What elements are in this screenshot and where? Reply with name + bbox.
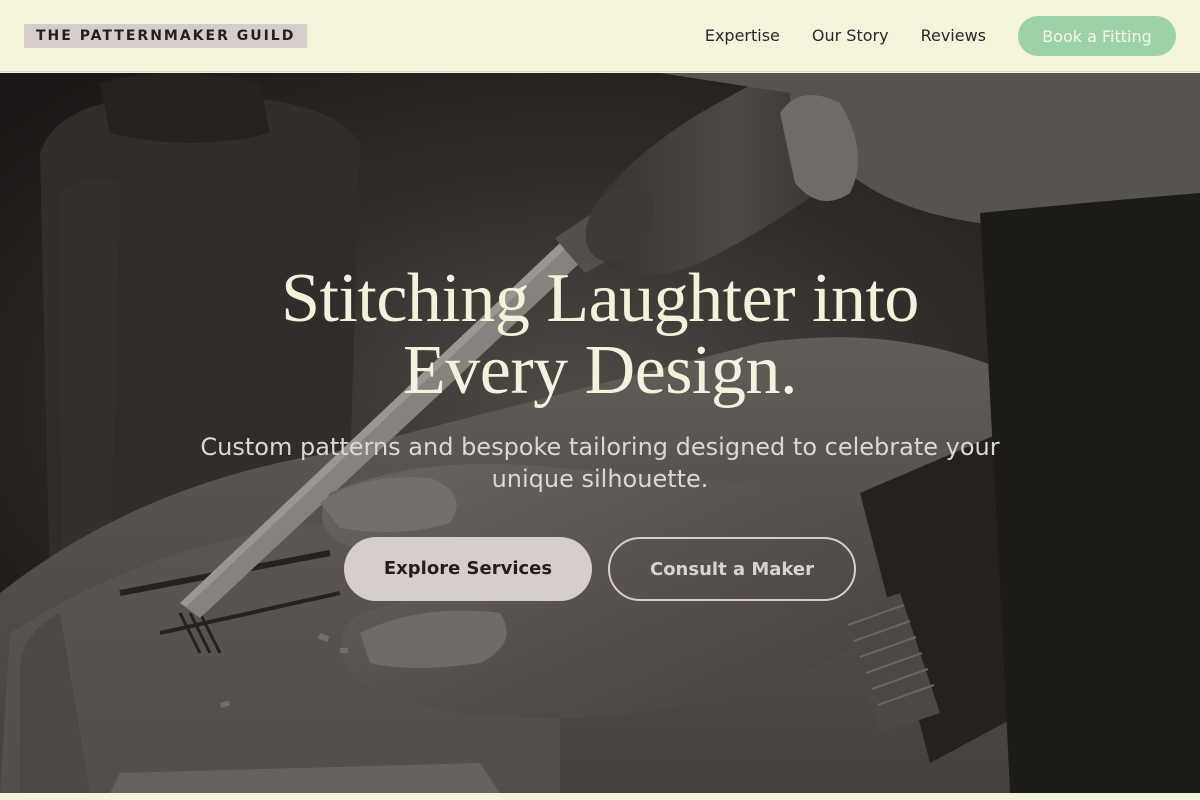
hero-subtitle: Custom patterns and bespoke tailoring de… bbox=[200, 433, 1000, 493]
brand-logo[interactable]: THE PATTERNMAKER GUILD bbox=[24, 24, 308, 48]
nav-link-reviews[interactable]: Reviews bbox=[921, 26, 986, 46]
explore-services-button[interactable]: Explore Services bbox=[344, 537, 592, 601]
hero-title: Stitching Laughter into Every Design. bbox=[150, 263, 1050, 407]
hero-section: Stitching Laughter into Every Design. Cu… bbox=[0, 73, 1200, 793]
landing-page: THE PATTERNMAKER GUILD Expertise Our Sto… bbox=[0, 0, 1200, 800]
top-navigation: THE PATTERNMAKER GUILD Expertise Our Sto… bbox=[0, 0, 1200, 72]
hero-title-line-1: Stitching Laughter into bbox=[281, 260, 919, 337]
nav-links: Expertise Our Story Reviews bbox=[705, 0, 986, 72]
nav-link-our-story[interactable]: Our Story bbox=[812, 26, 889, 46]
consult-maker-button[interactable]: Consult a Maker bbox=[608, 537, 856, 601]
book-fitting-button[interactable]: Book a Fitting bbox=[1018, 16, 1176, 56]
hero-title-line-2: Every Design. bbox=[403, 332, 797, 409]
nav-link-expertise[interactable]: Expertise bbox=[705, 26, 780, 46]
hero-content: Stitching Laughter into Every Design. Cu… bbox=[0, 73, 1200, 793]
page-bottom-edge bbox=[0, 793, 1200, 800]
